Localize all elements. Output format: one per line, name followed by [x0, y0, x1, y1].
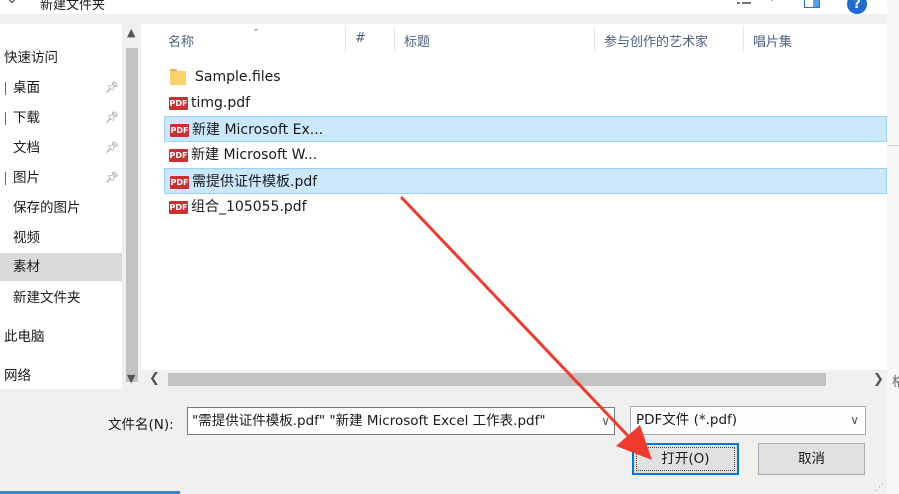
focus-ring: [636, 447, 735, 471]
sidebar-item-label: 新建文件夹: [13, 290, 81, 306]
column-header-number[interactable]: #: [355, 31, 366, 46]
background-window: ❯ 格: [873, 0, 899, 494]
background-window-text: 格: [892, 375, 899, 390]
filename-label: 文件名(N):: [108, 417, 174, 433]
view-dropdown-chevron-icon[interactable]: ▼: [768, 0, 776, 3]
file-row-word-pdf[interactable]: PDF 新建 Microsoft W...: [164, 142, 887, 168]
pdf-file-icon: PDF: [170, 176, 189, 189]
file-name: 组合_105055.pdf: [191, 199, 307, 215]
sidebar-item-label: 视频: [13, 230, 40, 246]
folder-icon: [170, 69, 186, 85]
scroll-up-icon[interactable]: ▲: [127, 26, 135, 39]
file-row-timg[interactable]: PDF timg.pdf: [164, 90, 887, 116]
sidebar-item-label: 文档: [13, 140, 40, 156]
sidebar-item-this-pc[interactable]: 此电脑: [0, 323, 122, 351]
file-name: 新建 Microsoft W...: [191, 147, 318, 163]
pdf-file-icon: PDF: [170, 124, 189, 137]
file-name: 新建 Microsoft Ex...: [192, 122, 324, 138]
scroll-left-icon[interactable]: ❮: [149, 371, 160, 386]
scrollbar-thumb[interactable]: [168, 373, 826, 386]
address-toolbar: ⌄ 新建文件夹 ▼ ?: [0, 0, 899, 14]
preview-pane-icon[interactable]: [804, 0, 820, 8]
file-row-combined-pdf[interactable]: PDF 组合_105055.pdf: [164, 194, 887, 220]
column-divider[interactable]: [345, 26, 346, 52]
pin-icon: 📌︎: [105, 141, 119, 154]
sidebar-item-materials[interactable]: 素材: [0, 253, 122, 281]
file-list: ‸ 名称 # 标题 参与创作的艺术家 唱片集 Sample.files PDF …: [141, 17, 887, 389]
filename-value: "需提供证件模板.pdf" "新建 Microsoft Excel 工作表.pd…: [192, 413, 546, 429]
cancel-button-label: 取消: [798, 451, 825, 467]
file-type-select[interactable]: PDF文件 (*.pdf) ∨: [630, 406, 866, 435]
file-row-template-pdf[interactable]: PDF 需提供证件模板.pdf: [164, 168, 887, 194]
sidebar-item-label: 图片: [13, 170, 40, 186]
file-row-sample-files[interactable]: Sample.files: [164, 64, 887, 90]
sidebar-item-saved-pictures[interactable]: 保存的图片: [0, 194, 122, 222]
column-divider[interactable]: [394, 26, 395, 52]
chevron-right-icon[interactable]: ❯: [873, 372, 884, 387]
column-divider[interactable]: [743, 26, 744, 52]
chevron-down-icon[interactable]: ∨: [850, 407, 859, 434]
column-header-title[interactable]: 标题: [404, 31, 430, 50]
column-header-name[interactable]: 名称: [168, 31, 194, 50]
tree-line: [5, 82, 6, 95]
column-divider[interactable]: [594, 26, 595, 52]
pdf-file-icon: PDF: [169, 97, 188, 110]
filename-input[interactable]: "需提供证件模板.pdf" "新建 Microsoft Excel 工作表.pd…: [187, 407, 615, 435]
file-name: 需提供证件模板.pdf: [192, 174, 318, 190]
sidebar-item-label: 此电脑: [4, 329, 45, 345]
sidebar-item-label: 桌面: [13, 80, 40, 96]
breadcrumb[interactable]: 新建文件夹: [40, 0, 105, 13]
pin-icon: 📌︎: [105, 81, 119, 94]
pin-icon: 📌︎: [105, 171, 119, 184]
chevron-down-icon[interactable]: ∨: [601, 408, 610, 434]
sidebar-item-label: 素材: [13, 259, 40, 275]
tree-line: [5, 112, 6, 125]
sidebar-item-label: 保存的图片: [13, 200, 81, 216]
pdf-file-icon: PDF: [169, 201, 188, 214]
open-button[interactable]: 打开(O): [632, 443, 739, 475]
pin-icon: 📌︎: [105, 111, 119, 124]
chevron-down-icon[interactable]: ⌄: [6, 0, 18, 7]
sidebar-item-quick-access[interactable]: 快速访问: [0, 44, 122, 72]
sidebar-item-documents[interactable]: 文档 📌︎: [0, 134, 122, 162]
sort-ascending-icon: ‸: [254, 17, 259, 31]
scrollbar-thumb[interactable]: [126, 48, 138, 382]
help-icon[interactable]: ?: [847, 0, 867, 14]
navigation-pane: 快速访问 桌面 📌︎ 下载 📌︎ 文档 📌︎ 图片 📌︎ 保存的图片 视频 素材…: [0, 24, 122, 389]
sidebar-item-label: 网络: [4, 368, 31, 384]
column-headers: ‸ 名称 # 标题 参与创作的艺术家 唱片集: [141, 17, 887, 54]
file-name: Sample.files: [195, 69, 281, 85]
view-options-icon[interactable]: [737, 0, 751, 6]
column-header-album[interactable]: 唱片集: [753, 31, 792, 50]
scroll-down-icon[interactable]: ▼: [127, 372, 135, 385]
sidebar-item-label: 快速访问: [4, 50, 58, 66]
file-row-excel-pdf[interactable]: PDF 新建 Microsoft Ex...: [164, 116, 887, 142]
cancel-button[interactable]: 取消: [758, 443, 865, 475]
file-type-value: PDF文件 (*.pdf): [636, 412, 738, 428]
divider: [887, 145, 899, 146]
pdf-file-icon: PDF: [169, 149, 188, 162]
resize-grip-icon[interactable]: ⋰: [875, 483, 884, 493]
sidebar-scrollbar[interactable]: ▲ ▼: [122, 24, 141, 389]
sidebar-item-new-folder[interactable]: 新建文件夹: [0, 284, 122, 312]
sidebar-item-videos[interactable]: 视频: [0, 224, 122, 252]
sidebar-item-pictures[interactable]: 图片 📌︎: [0, 164, 122, 192]
sidebar-item-desktop[interactable]: 桌面 📌︎: [0, 74, 122, 102]
sidebar-item-network[interactable]: 网络: [0, 362, 122, 390]
sidebar-item-label: 下载: [13, 110, 40, 126]
tree-line: [5, 172, 6, 185]
sidebar-item-downloads[interactable]: 下载 📌︎: [0, 104, 122, 132]
dialog-footer: 文件名(N): "需提供证件模板.pdf" "新建 Microsoft Exce…: [0, 389, 887, 494]
horizontal-scrollbar[interactable]: ❮: [141, 370, 887, 389]
column-header-artists[interactable]: 参与创作的艺术家: [604, 31, 708, 50]
file-name: timg.pdf: [191, 95, 251, 111]
